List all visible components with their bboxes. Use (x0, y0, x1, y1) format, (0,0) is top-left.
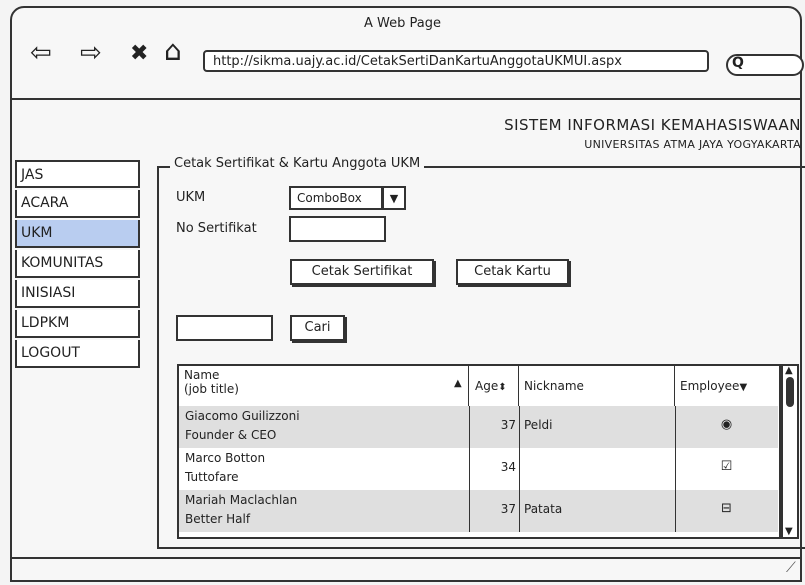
cetak-kartu-button[interactable]: Cetak Kartu (456, 259, 569, 285)
checkbox-icon[interactable]: ☑ (675, 459, 778, 474)
column-header-age[interactable]: Age⬍ (469, 366, 519, 406)
column-header-employee[interactable]: Employee▼ (675, 366, 778, 406)
scrollbar-thumb[interactable] (786, 377, 794, 407)
sort-ascending-icon: ▲ (454, 378, 462, 389)
table-row[interactable]: Marco Botton Tuttofare 34 ☑ (179, 448, 778, 490)
sort-descending-icon: ▼ (739, 382, 748, 393)
column-header-nickname[interactable]: Nickname (519, 366, 675, 406)
cell-age: 37 (500, 502, 516, 516)
column-divider (519, 406, 520, 532)
stop-icon[interactable]: ✖ (130, 41, 148, 67)
back-icon[interactable]: ⇦ (30, 40, 52, 66)
resize-grip-icon[interactable]: ⟋ (786, 560, 796, 576)
forward-icon[interactable]: ⇨ (80, 40, 102, 66)
system-title: SISTEM INFORMASI KEMAHASISWAAN (504, 116, 801, 134)
no-sertifikat-input[interactable] (289, 216, 386, 242)
scroll-down-icon[interactable]: ▼ (785, 526, 793, 537)
search-input[interactable] (176, 315, 273, 341)
ukm-label: UKM (176, 190, 206, 205)
cari-button[interactable]: Cari (290, 315, 345, 341)
cell-job-title: Better Half (185, 512, 251, 526)
toolbar-divider (10, 98, 802, 100)
sidebar-item-komunitas[interactable]: KOMUNITAS (15, 250, 140, 278)
sidebar-item-logout[interactable]: LOGOUT (15, 340, 140, 368)
cell-name: Marco Botton (185, 451, 266, 465)
cell-nickname: Patata (524, 502, 563, 516)
column-header-name-label: Name (184, 368, 220, 382)
column-header-name-sublabel: (job title) (184, 382, 239, 396)
cell-job-title: Founder & CEO (185, 428, 277, 442)
sort-toggle-icon: ⬍ (498, 382, 507, 393)
cell-name: Giacomo Guilizzoni (185, 409, 300, 423)
collapse-icon[interactable]: ⊟ (675, 501, 778, 516)
sidebar-item-jas[interactable]: JAS (15, 160, 140, 188)
column-divider (469, 406, 470, 532)
cell-age: 34 (500, 460, 516, 474)
window-title: A Web Page (364, 16, 441, 31)
table-row[interactable]: Mariah Maclachlan Better Half 37 Patata … (179, 490, 778, 532)
cell-name: Mariah Maclachlan (185, 493, 298, 507)
table-row[interactable]: Giacomo Guilizzoni Founder & CEO 37 Peld… (179, 406, 778, 448)
column-divider (675, 406, 676, 532)
column-header-age-label: Age (475, 379, 499, 393)
system-subtitle: UNIVERSITAS ATMA JAYA YOGYAKARTA (584, 138, 801, 151)
sidebar-item-inisiasi[interactable]: INISIASI (15, 280, 140, 308)
cell-nickname: Peldi (524, 418, 553, 432)
ukm-combobox[interactable]: ComboBox (289, 186, 383, 210)
no-sertifikat-label: No Sertifikat (176, 221, 257, 236)
cetak-sertifikat-button[interactable]: Cetak Sertifikat (290, 259, 434, 285)
cell-age: 37 (500, 418, 516, 432)
sidebar-item-ldpkm[interactable]: LDPKM (15, 310, 140, 338)
radio-icon[interactable]: ◉ (675, 417, 778, 432)
sidebar-item-acara[interactable]: ACARA (15, 190, 140, 218)
status-bar-divider (10, 557, 802, 559)
scroll-up-icon[interactable]: ▲ (785, 365, 793, 376)
column-header-name[interactable]: Name (job title) ▲ (179, 366, 469, 406)
cell-job-title: Tuttofare (185, 470, 239, 484)
fieldset-legend: Cetak Sertifikat & Kartu Anggota UKM (170, 156, 425, 171)
address-bar[interactable]: http://sikma.uajy.ac.id/CetakSertiDanKar… (203, 50, 709, 72)
column-header-employee-label: Employee (680, 379, 740, 393)
chevron-down-icon[interactable]: ▼ (382, 186, 406, 210)
home-icon[interactable]: ⌂ (164, 37, 182, 65)
search-icon: Q (732, 55, 744, 71)
sidebar-item-ukm[interactable]: UKM (15, 220, 140, 248)
